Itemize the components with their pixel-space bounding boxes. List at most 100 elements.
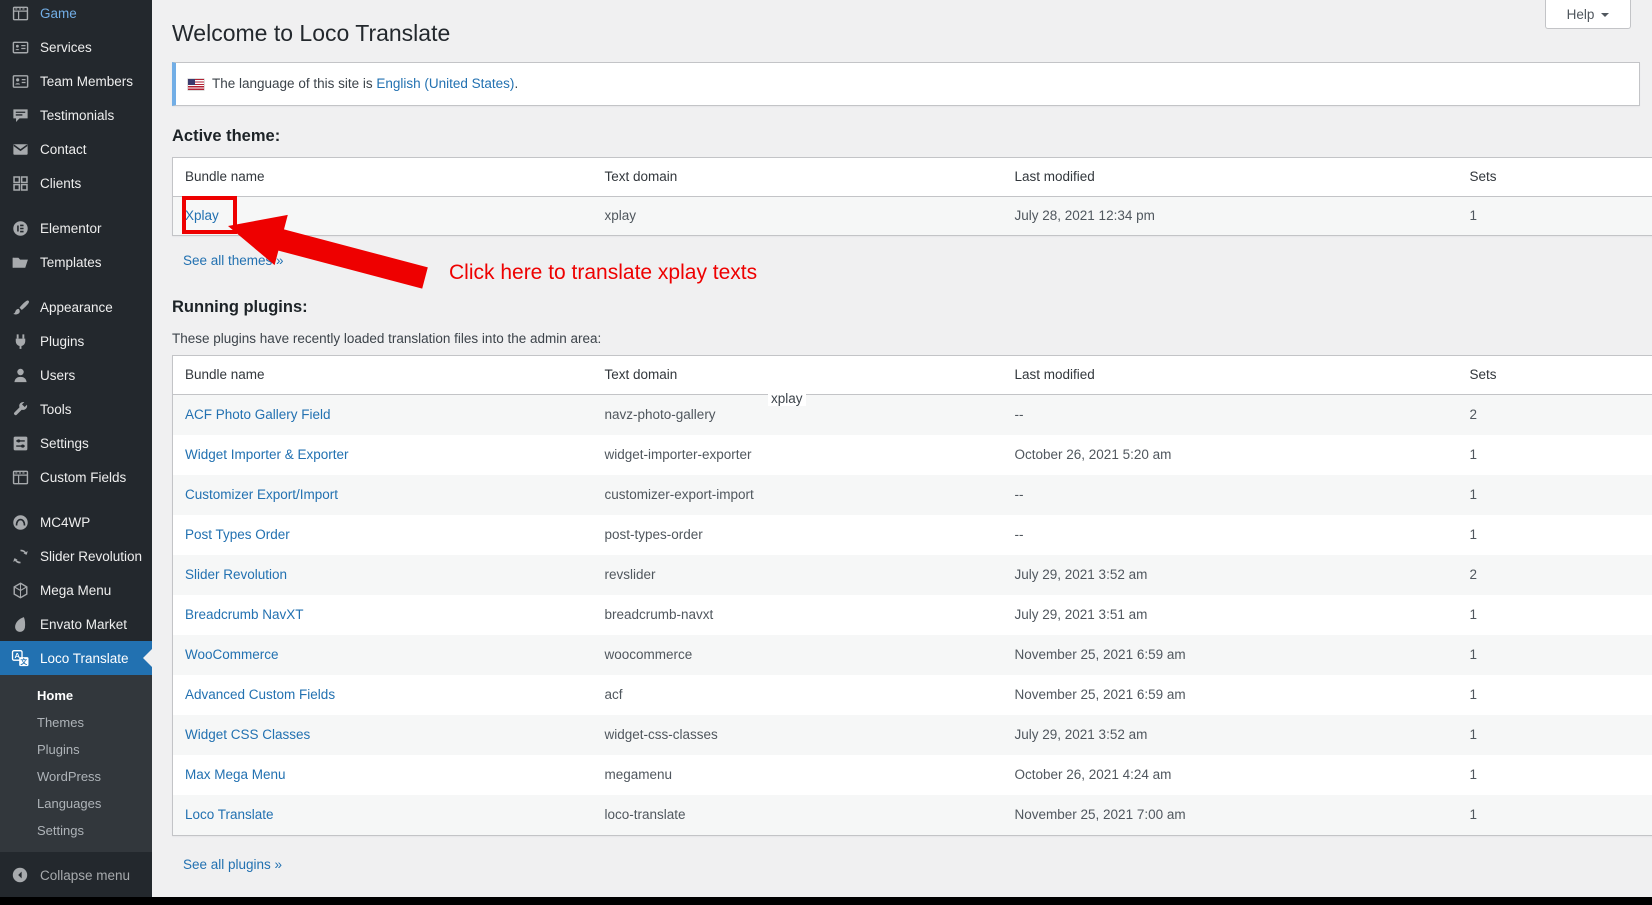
bundle-link[interactable]: Loco Translate: [185, 807, 274, 822]
bundle-link[interactable]: Post Types Order: [185, 527, 290, 542]
column-header-sets: Sets: [1458, 356, 1652, 395]
table-row: Advanced Custom Fields acf November 25, …: [173, 675, 1652, 715]
text-domain-cell: xplay: [593, 197, 1003, 236]
bundle-link[interactable]: Slider Revolution: [185, 567, 287, 582]
sets-cell: 1: [1458, 475, 1652, 515]
last-modified-cell: October 26, 2021 5:20 am: [1003, 435, 1458, 475]
sidebar-item-label: Custom Fields: [40, 470, 126, 485]
clients-icon: [10, 173, 30, 193]
sidebar-item-appearance[interactable]: Appearance: [0, 290, 152, 324]
table-row: Loco Translate loco-translate November 2…: [173, 795, 1652, 836]
sidebar-item-settings[interactable]: Settings: [0, 426, 152, 460]
sidebar-item-label: Team Members: [40, 74, 133, 89]
sidebar-item-slider-revolution[interactable]: Slider Revolution: [0, 539, 152, 573]
sidebar-item-elementor[interactable]: Elementor: [0, 211, 152, 245]
sidebar-item-services[interactable]: Services: [0, 30, 152, 64]
sidebar-item-envato-market[interactable]: Envato Market: [0, 607, 152, 641]
sidebar-item-loco-translate[interactable]: A文 Loco Translate: [0, 641, 152, 675]
admin-sidebar: Game Services Team Members Testimonials Cont…: [0, 0, 152, 897]
svg-text:文: 文: [20, 657, 27, 666]
column-header-last-modified: Last modified: [1003, 356, 1458, 395]
text-domain-cell: customizer-export-import: [593, 475, 1003, 515]
sets-cell: 1: [1458, 635, 1652, 675]
bundle-link[interactable]: Advanced Custom Fields: [185, 687, 335, 702]
bundle-link[interactable]: Max Mega Menu: [185, 767, 286, 782]
column-header-sets: Sets: [1458, 158, 1652, 197]
bundle-link[interactable]: Xplay: [185, 208, 219, 223]
text-domain-cell: revslider: [593, 555, 1003, 595]
table-row: Widget CSS Classes widget-css-classes Ju…: [173, 715, 1652, 755]
sidebar-item-clients[interactable]: Clients: [0, 166, 152, 200]
sidebar-item-game[interactable]: Game: [0, 0, 152, 30]
sidebar-item-label: Users: [40, 368, 75, 383]
collapse-menu-button[interactable]: Collapse menu: [0, 858, 152, 892]
text-domain-cell: widget-css-classes: [593, 715, 1003, 755]
bottom-black-bar: [0, 897, 1652, 905]
stray-xplay-text: xplay: [768, 391, 806, 406]
submenu-item[interactable]: Settings: [0, 817, 152, 844]
menu-separator: [0, 200, 152, 211]
bundle-name-cell: ACF Photo Gallery Field: [173, 395, 593, 436]
submenu-item-label: Languages: [37, 796, 101, 811]
column-header-text-domain: Text domain: [593, 356, 1003, 395]
mc4wp-icon: [10, 512, 30, 532]
table-row: WooCommerce woocommerce November 25, 202…: [173, 635, 1652, 675]
sets-cell: 1: [1458, 755, 1652, 795]
tools-icon: [10, 399, 30, 419]
table-row: Post Types Order post-types-order -- 1: [173, 515, 1652, 555]
table-header-row: Bundle name Text domain Last modified Se…: [173, 158, 1652, 197]
bundle-name-cell: Breadcrumb NavXT: [173, 595, 593, 635]
submenu-item[interactable]: Plugins: [0, 736, 152, 763]
text-domain-cell: acf: [593, 675, 1003, 715]
team-members-icon: [10, 71, 30, 91]
menu-separator: [0, 279, 152, 290]
site-language-link[interactable]: English (United States): [376, 76, 514, 91]
table-row: Slider Revolution revslider July 29, 202…: [173, 555, 1652, 595]
running-plugins-description: These plugins have recently loaded trans…: [172, 329, 1652, 349]
sidebar-item-testimonials[interactable]: Testimonials: [0, 98, 152, 132]
sidebar-item-contact[interactable]: Contact: [0, 132, 152, 166]
sets-cell: 1: [1458, 435, 1652, 475]
bundle-link[interactable]: ACF Photo Gallery Field: [185, 407, 331, 422]
bundle-name-cell: WooCommerce: [173, 635, 593, 675]
submenu-item[interactable]: Themes: [0, 709, 152, 736]
sidebar-item-mega-menu[interactable]: Mega Menu: [0, 573, 152, 607]
contact-icon: [10, 139, 30, 159]
column-header-text-domain: Text domain: [593, 158, 1003, 197]
last-modified-cell: October 26, 2021 4:24 am: [1003, 755, 1458, 795]
sidebar-item-team-members[interactable]: Team Members: [0, 64, 152, 98]
bundle-link[interactable]: Breadcrumb NavXT: [185, 607, 304, 622]
help-dropdown-button[interactable]: Help: [1545, 0, 1631, 29]
sidebar-item-label: Testimonials: [40, 108, 114, 123]
submenu-item-label: Plugins: [37, 742, 80, 757]
bundle-name-cell: Post Types Order: [173, 515, 593, 555]
sidebar-item-tools[interactable]: Tools: [0, 392, 152, 426]
bundle-link[interactable]: WooCommerce: [185, 647, 279, 662]
mega-menu-icon: [10, 580, 30, 600]
sidebar-item-custom-fields[interactable]: Custom Fields: [0, 460, 152, 494]
bundle-link[interactable]: Widget Importer & Exporter: [185, 447, 349, 462]
submenu-item[interactable]: Home: [0, 682, 152, 709]
sidebar-item-mc4wp[interactable]: MC4WP: [0, 505, 152, 539]
envato-market-icon: [10, 614, 30, 634]
see-all-plugins-link[interactable]: See all plugins »: [183, 857, 282, 872]
submenu-item[interactable]: Languages: [0, 790, 152, 817]
running-plugins-table: Bundle name Text domain Last modified Se…: [172, 355, 1652, 836]
sidebar-item-plugins[interactable]: Plugins: [0, 324, 152, 358]
bundle-name-cell: Loco Translate: [173, 795, 593, 836]
sidebar-item-templates[interactable]: Templates: [0, 245, 152, 279]
sets-cell: 1: [1458, 795, 1652, 836]
bundle-name-cell: Xplay: [173, 197, 593, 236]
bundle-link[interactable]: Widget CSS Classes: [185, 727, 310, 742]
table-row: Max Mega Menu megamenu October 26, 2021 …: [173, 755, 1652, 795]
bundle-link[interactable]: Customizer Export/Import: [185, 487, 338, 502]
elementor-icon: [10, 218, 30, 238]
sidebar-item-label: Services: [40, 40, 92, 55]
bundle-name-cell: Customizer Export/Import: [173, 475, 593, 515]
language-notice: The language of this site is English (Un…: [172, 62, 1640, 106]
sidebar-item-users[interactable]: Users: [0, 358, 152, 392]
see-all-themes-link[interactable]: See all themes »: [183, 253, 284, 268]
last-modified-cell: --: [1003, 395, 1458, 436]
submenu-item[interactable]: WordPress: [0, 763, 152, 790]
column-header-last-modified: Last modified: [1003, 158, 1458, 197]
